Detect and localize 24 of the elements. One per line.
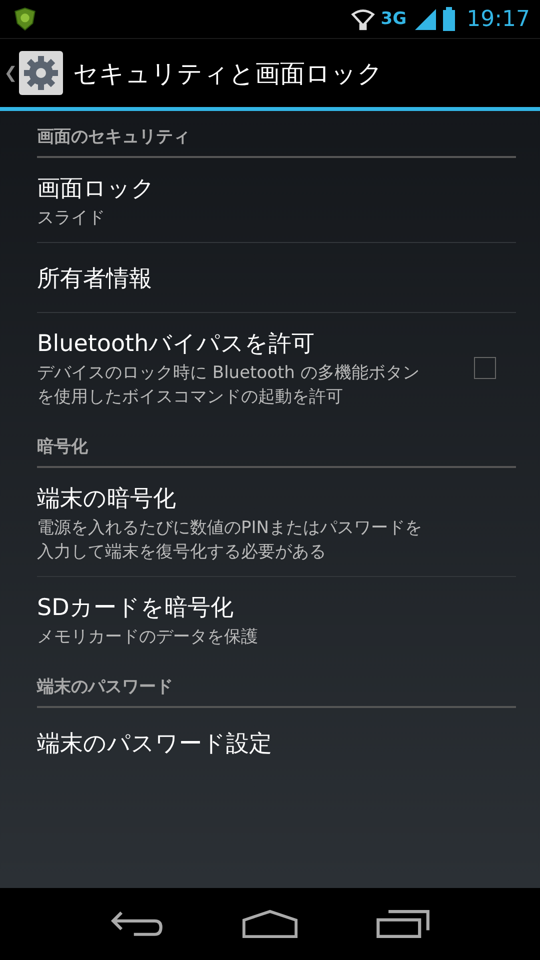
battery-icon [442, 7, 455, 31]
section-header: 画面のセキュリティ [37, 111, 516, 158]
status-time: 19:17 [466, 6, 530, 32]
signal-icon [412, 7, 437, 31]
setting-title[interactable]: 端末のパスワード設定 [37, 727, 516, 761]
section-header: 暗号化 [37, 421, 516, 468]
setting-title[interactable]: 所有者情報 [37, 262, 516, 296]
screen-title: セキュリティと画面ロック [73, 58, 383, 90]
setting-summary: 電源を入れるたびに数値のPINまたはパスワードを入力して端末を復号化する必要がある [37, 517, 422, 564]
wifi-icon [350, 7, 375, 31]
setting-summary: デバイスのロック時に Bluetooth の多機能ボタンを使用したボイスコマンドの起動を許可 [37, 362, 420, 409]
checkbox[interactable] [474, 357, 496, 379]
section-header: 端末のパスワード [37, 661, 516, 708]
home-icon[interactable] [242, 909, 298, 939]
network-label: 3G [380, 9, 407, 29]
back-icon[interactable] [108, 909, 165, 939]
recent-apps-icon[interactable] [375, 909, 432, 939]
setting-summary: メモリカードのデータを保護 [37, 626, 259, 649]
setting-summary: スライド [37, 207, 106, 230]
setting-title[interactable]: 端末の暗号化 [37, 482, 516, 516]
setting-title[interactable]: 画面ロック [37, 172, 516, 206]
shield-icon [14, 7, 36, 31]
setting-title[interactable]: SDカードを暗号化 [37, 591, 516, 625]
setting-title[interactable]: Bluetoothバイパスを許可 [37, 327, 474, 361]
